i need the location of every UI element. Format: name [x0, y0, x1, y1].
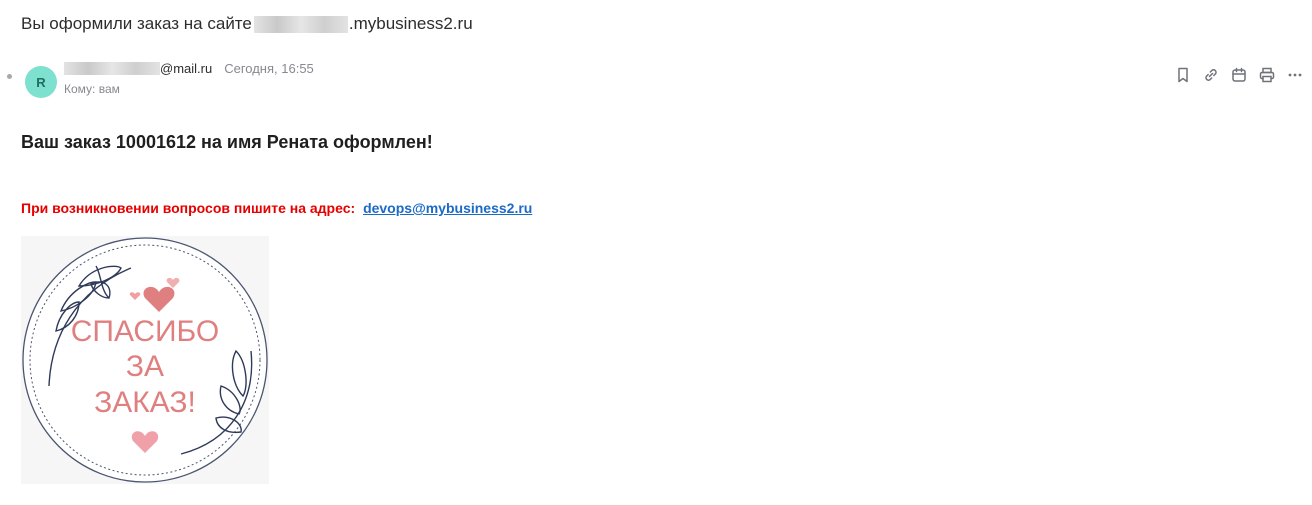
contact-text: При возникновении вопросов пишите на адр… — [21, 200, 356, 216]
link-icon[interactable] — [1202, 66, 1220, 84]
print-icon[interactable] — [1258, 66, 1276, 84]
email-subject: Вы оформили заказ на сайте .mybusiness2.… — [21, 14, 473, 34]
sender-line: @mail.ru Сегодня, 16:55 — [64, 61, 314, 76]
order-headline: Ваш заказ 10001612 на имя Рената оформле… — [21, 132, 433, 152]
message-date: Сегодня, 16:55 — [224, 61, 314, 76]
subject-domain: .mybusiness2.ru — [348, 14, 473, 33]
thank-you-image: СПАСИБО ЗА ЗАКАЗ! — [21, 236, 269, 484]
contact-line: При возникновении вопросов пишите на адр… — [21, 200, 532, 216]
message-toolbar — [1174, 66, 1304, 84]
calendar-icon[interactable] — [1230, 66, 1248, 84]
recipient-line: Кому: вам — [64, 82, 120, 96]
image-text-line2: ЗА — [126, 350, 164, 383]
avatar-letter: R — [36, 74, 46, 90]
more-icon[interactable] — [1286, 66, 1304, 84]
redacted-sender[interactable] — [64, 62, 160, 75]
unread-dot — [7, 74, 12, 79]
bookmark-icon[interactable] — [1174, 66, 1192, 84]
redacted-site-name — [253, 15, 348, 33]
contact-email-link[interactable]: devops@mybusiness2.ru — [363, 200, 532, 216]
sender-email[interactable]: @mail.ru — [160, 61, 212, 76]
image-text-line3: ЗАКАЗ! — [94, 386, 196, 419]
avatar[interactable]: R — [25, 66, 57, 98]
subject-text: Вы оформили заказ на сайте — [21, 14, 252, 33]
image-text-line1: СПАСИБО — [71, 315, 220, 348]
